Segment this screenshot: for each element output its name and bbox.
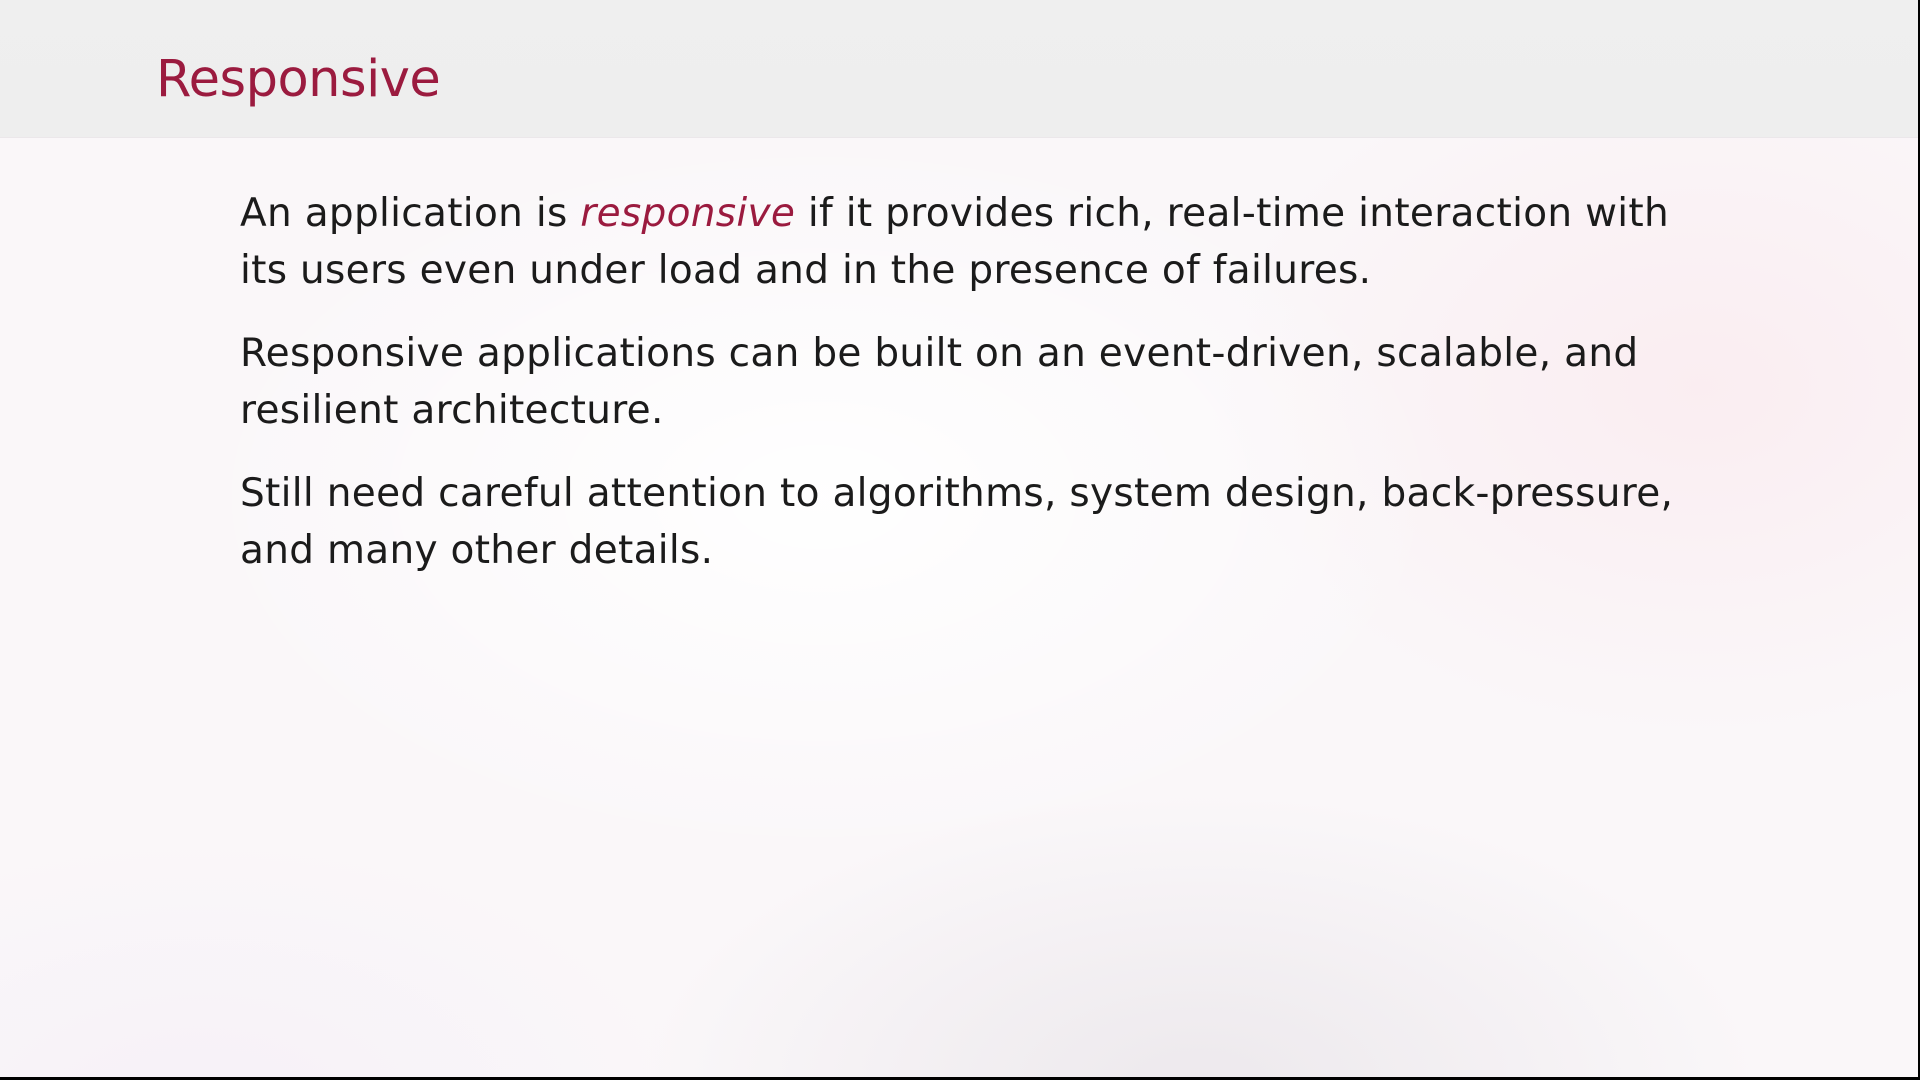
emphasized-term: responsive	[580, 191, 796, 236]
slide: Responsive An application is responsive …	[0, 0, 1918, 1077]
paragraph-definition-before: An application is	[240, 191, 581, 236]
paragraph-details: Still need careful attention to algorith…	[240, 471, 1674, 573]
slide-content: An application is responsive if it provi…	[240, 185, 1680, 605]
title-bar: Responsive	[0, 0, 1918, 138]
slide-title: Responsive	[156, 50, 441, 109]
paragraph-architecture: Responsive applications can be built on …	[240, 331, 1639, 433]
paragraph-definition: An application is responsive if it provi…	[240, 185, 1680, 299]
